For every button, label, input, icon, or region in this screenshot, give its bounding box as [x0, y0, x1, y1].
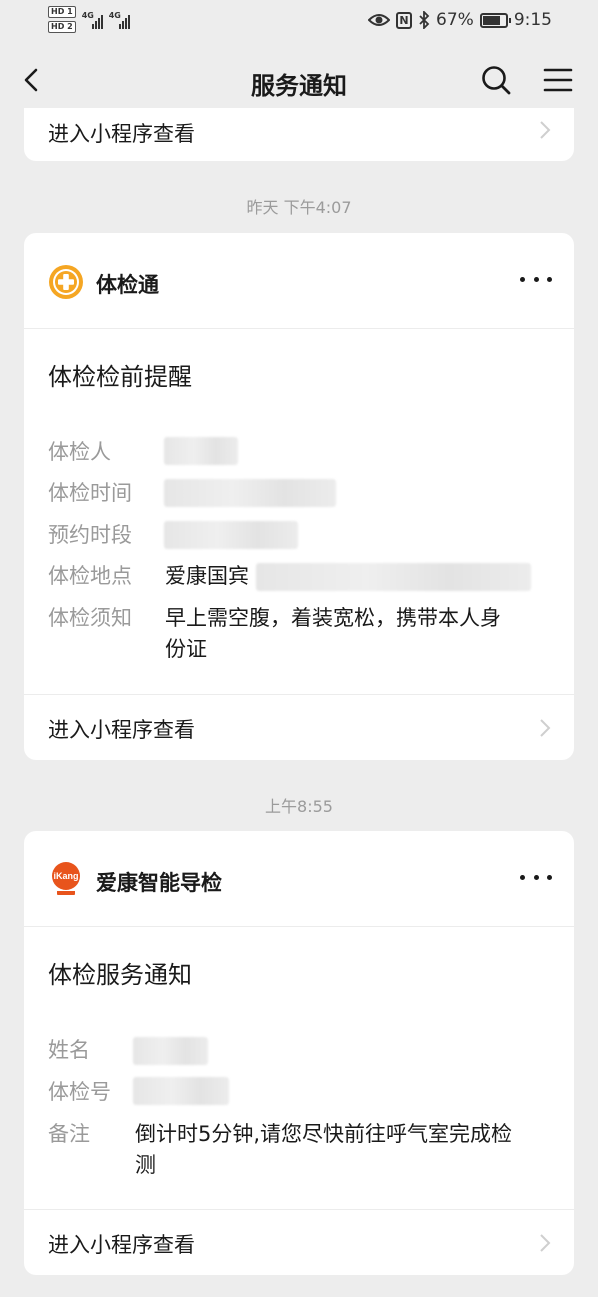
timestamp: 上午8:55 — [265, 797, 333, 816]
clock: 9:15 — [513, 10, 552, 30]
menu-icon[interactable] — [540, 62, 576, 98]
signal-2-icon: 4G — [109, 11, 130, 29]
app-name[interactable]: 爱康智能导检 — [96, 867, 222, 897]
chevron-right-icon — [540, 121, 551, 139]
chevron-right-icon — [540, 719, 551, 737]
message-card: 体检通 体检检前提醒 体检人 体检时间 预约时段 体检地点 爱康国宾 体检须知 … — [24, 233, 574, 760]
bluetooth-icon — [419, 11, 430, 29]
search-icon[interactable] — [478, 62, 514, 98]
signal-1-icon: 4G — [82, 11, 103, 29]
field-remarks: 备注 — [48, 1122, 90, 1146]
status-bar: HD 1 HD 2 4G 4G N 67% 9:15 — [0, 0, 598, 44]
open-miniprogram-row[interactable]: 进入小程序查看 — [24, 1209, 574, 1275]
redacted-value — [164, 437, 238, 465]
nfc-icon: N — [396, 11, 413, 29]
message-title: 体检检前提醒 — [48, 363, 192, 391]
redacted-value — [164, 479, 336, 507]
open-miniprogram-label: 进入小程序查看 — [48, 122, 195, 146]
redacted-value — [256, 563, 531, 591]
redacted-value — [133, 1037, 208, 1065]
timestamp: 昨天 下午4:07 — [246, 198, 352, 217]
redacted-value — [133, 1077, 229, 1105]
remarks-value: 倒计时5分钟,请您尽快前往呼气室完成检 测 — [135, 1122, 513, 1177]
redacted-value — [164, 521, 298, 549]
field-exam-time: 体检时间 — [48, 481, 132, 505]
open-miniprogram-row[interactable]: 进入小程序查看 — [24, 694, 574, 760]
svg-text:iKang: iKang — [53, 871, 78, 881]
status-right: N 67% 9:15 — [368, 10, 552, 30]
field-examinee: 体检人 — [48, 440, 111, 464]
tijiantong-logo-icon[interactable] — [48, 264, 84, 300]
eye-icon — [368, 14, 391, 26]
hd1-badge: HD 1 — [48, 6, 76, 18]
open-miniprogram-label: 进入小程序查看 — [48, 1233, 195, 1257]
open-miniprogram-row[interactable]: 进入小程序查看 — [24, 108, 574, 161]
status-left: HD 1 HD 2 4G 4G — [48, 6, 130, 33]
previous-message-card: 进入小程序查看 — [24, 108, 574, 161]
ikang-logo-icon[interactable]: iKang — [48, 861, 84, 897]
more-options-icon[interactable] — [520, 267, 552, 291]
battery-percent: 67% — [436, 10, 474, 30]
app-name[interactable]: 体检通 — [96, 269, 159, 299]
card-header: iKang 爱康智能导检 — [24, 831, 574, 927]
message-title: 体检服务通知 — [48, 961, 192, 989]
field-booking-slot: 预约时段 — [48, 523, 132, 547]
field-name: 姓名 — [48, 1038, 90, 1062]
open-miniprogram-label: 进入小程序查看 — [48, 718, 195, 742]
field-exam-location: 体检地点 爱康国宾 — [48, 564, 249, 588]
more-options-icon[interactable] — [520, 865, 552, 889]
card-header: 体检通 — [24, 233, 574, 329]
field-exam-notes: 体检须知 — [48, 606, 132, 630]
field-exam-number: 体检号 — [48, 1080, 111, 1104]
battery-icon — [479, 12, 511, 28]
nav-bar: 服务通知 — [0, 44, 598, 116]
message-card: iKang 爱康智能导检 体检服务通知 姓名 体检号 备注 倒计时5分钟,请您尽… — [24, 831, 574, 1275]
chevron-right-icon — [540, 1234, 551, 1252]
hd2-badge: HD 2 — [48, 21, 76, 33]
exam-notes-value: 早上需空腹，着装宽松，携带本人身 份证 — [165, 606, 501, 661]
